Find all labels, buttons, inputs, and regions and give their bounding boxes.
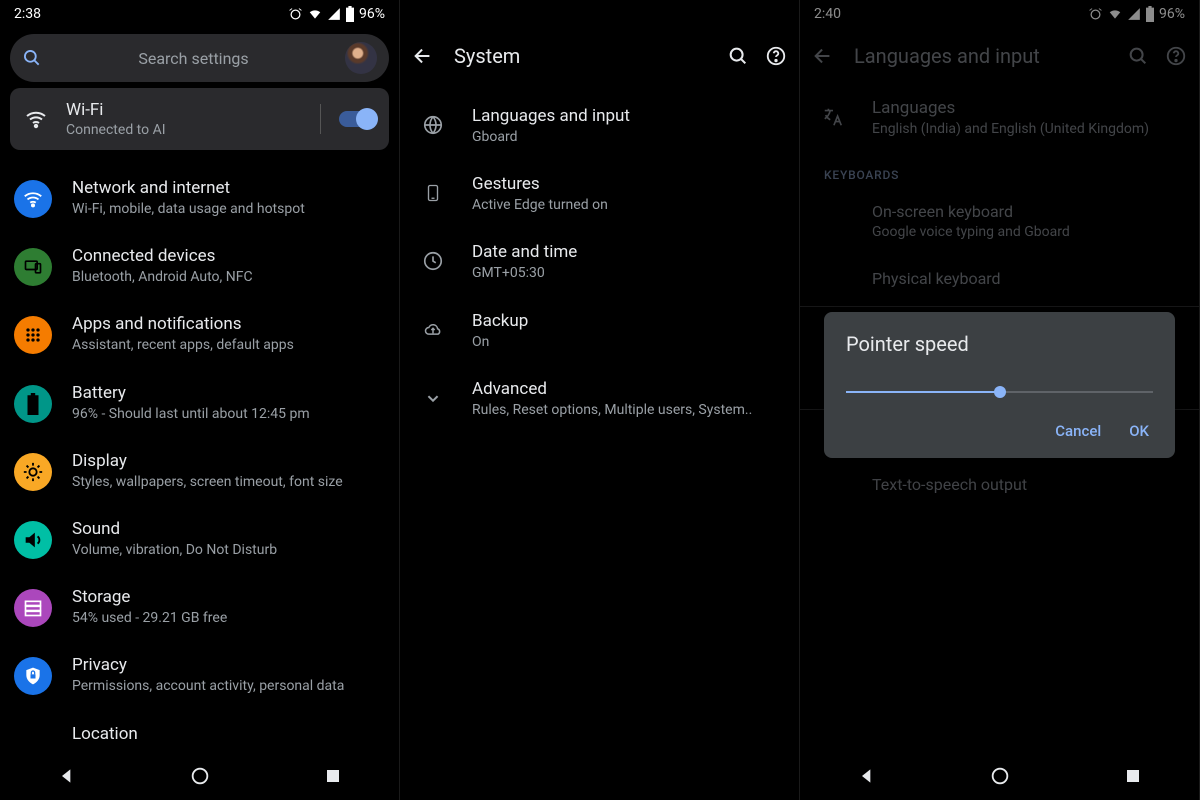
back-icon[interactable] — [412, 45, 434, 67]
row-sub: Bluetooth, Android Auto, NFC — [72, 268, 253, 286]
search-icon[interactable] — [727, 45, 749, 67]
nav-bar — [800, 752, 1199, 800]
row-title: Location — [72, 724, 138, 744]
pointer-speed-dialog: Pointer speed Cancel OK — [824, 312, 1175, 458]
display-icon — [14, 453, 52, 491]
row-sub: Gboard — [472, 128, 630, 146]
wifi-icon — [24, 107, 48, 131]
row-sub: Styles, wallpapers, screen timeout, font… — [72, 473, 343, 491]
profile-avatar[interactable] — [345, 42, 377, 74]
system-panel: System Languages and input Gboard Gestures… — [400, 0, 800, 800]
row-sub: Volume, vibration, Do Not Disturb — [72, 541, 277, 559]
sound-icon — [14, 521, 52, 559]
clock: 2:38 — [14, 6, 41, 22]
battery-icon — [14, 385, 52, 423]
row-title: Network and internet — [72, 178, 305, 198]
row-sub: Permissions, account activity, personal … — [72, 677, 344, 695]
nav-recent[interactable] — [293, 767, 373, 785]
apps-icon — [14, 316, 52, 354]
row-sub: Active Edge turned on — [472, 196, 608, 214]
wifi-icon — [307, 7, 323, 21]
settings-root-panel: 2:38 96% Search settings Wi-Fi Connected… — [0, 0, 400, 800]
nav-home[interactable] — [960, 765, 1040, 787]
row-title: Privacy — [72, 655, 344, 675]
search-settings[interactable]: Search settings — [10, 34, 389, 82]
help-icon[interactable] — [765, 45, 787, 67]
cloud-icon — [414, 311, 452, 349]
status-bar-spacer — [400, 0, 799, 28]
row-sub: 96% - Should last until about 12:45 pm — [72, 405, 310, 423]
row-title: Battery — [72, 383, 310, 403]
search-icon — [22, 48, 42, 68]
settings-row[interactable]: Connected devices Bluetooth, Android Auto… — [0, 232, 399, 300]
row-title: Apps and notifications — [72, 314, 294, 334]
status-bar: 2:38 96% — [0, 0, 399, 28]
alarm-icon — [288, 7, 303, 22]
row-title: Advanced — [472, 379, 752, 399]
signal-icon — [327, 7, 341, 21]
expand-icon — [414, 379, 452, 417]
settings-row[interactable]: Display Styles, wallpapers, screen timeou… — [0, 437, 399, 505]
nav-back[interactable] — [27, 766, 107, 786]
wifi-toggle[interactable] — [339, 111, 375, 127]
system-row[interactable]: Advanced Rules, Reset options, Multiple u… — [400, 365, 799, 433]
phone-icon — [414, 174, 452, 212]
settings-row[interactable]: Sound Volume, vibration, Do Not Disturb — [0, 505, 399, 573]
storage-icon — [14, 589, 52, 627]
row-title: Connected devices — [72, 246, 253, 266]
ok-button[interactable]: OK — [1129, 422, 1149, 440]
devices-icon — [14, 248, 52, 286]
nav-home[interactable] — [160, 765, 240, 787]
row-title: Display — [72, 451, 343, 471]
wifi-quick-card[interactable]: Wi-Fi Connected to AI — [10, 88, 389, 150]
settings-list: Network and internet Wi-Fi, mobile, data … — [0, 156, 399, 778]
divider — [320, 104, 321, 134]
wifi-title: Wi-Fi — [66, 100, 302, 120]
privacy-icon — [14, 657, 52, 695]
settings-row[interactable]: Battery 96% - Should last until about 12:… — [0, 369, 399, 437]
dialog-title: Pointer speed — [846, 332, 1153, 356]
settings-row[interactable]: Privacy Permissions, account activity, pe… — [0, 641, 399, 709]
system-row[interactable]: Gestures Active Edge turned on — [400, 160, 799, 228]
cancel-button[interactable]: Cancel — [1055, 422, 1101, 440]
row-sub: Rules, Reset options, Multiple users, Sy… — [472, 401, 752, 419]
app-bar: System — [400, 28, 799, 84]
settings-row[interactable]: Network and internet Wi-Fi, mobile, data … — [0, 164, 399, 232]
system-list: Languages and input Gboard Gestures Active … — [400, 84, 799, 433]
search-placeholder: Search settings — [56, 49, 331, 68]
pointer-speed-slider[interactable] — [846, 382, 1153, 402]
row-title: Sound — [72, 519, 277, 539]
nav-bar — [0, 752, 399, 800]
nav-back[interactable] — [827, 766, 907, 786]
system-row[interactable]: Languages and input Gboard — [400, 92, 799, 160]
settings-row[interactable]: Storage 54% used - 29.21 GB free — [0, 573, 399, 641]
languages-input-panel: 2:40 96% Languages and input Languages E… — [800, 0, 1200, 800]
page-title: System — [454, 44, 707, 68]
row-title: Backup — [472, 311, 528, 331]
nav-recent[interactable] — [1093, 767, 1173, 785]
row-sub: Wi-Fi, mobile, data usage and hotspot — [72, 200, 305, 218]
clock-icon — [414, 242, 452, 280]
row-sub: Assistant, recent apps, default apps — [72, 336, 294, 354]
row-sub: 54% used - 29.21 GB free — [72, 609, 227, 627]
row-title: Storage — [72, 587, 227, 607]
settings-row[interactable]: Apps and notifications Assistant, recent … — [0, 300, 399, 368]
wifi-sub: Connected to AI — [66, 122, 302, 138]
battery-icon — [345, 6, 355, 22]
globe-icon — [414, 106, 452, 144]
row-sub: GMT+05:30 — [472, 264, 577, 282]
battery-pct: 96% — [359, 6, 385, 22]
system-row[interactable]: Date and time GMT+05:30 — [400, 228, 799, 296]
system-row[interactable]: Backup On — [400, 297, 799, 365]
wifi-icon — [14, 180, 52, 218]
row-sub: On — [472, 333, 528, 351]
row-title: Gestures — [472, 174, 608, 194]
row-title: Languages and input — [472, 106, 630, 126]
row-title: Date and time — [472, 242, 577, 262]
